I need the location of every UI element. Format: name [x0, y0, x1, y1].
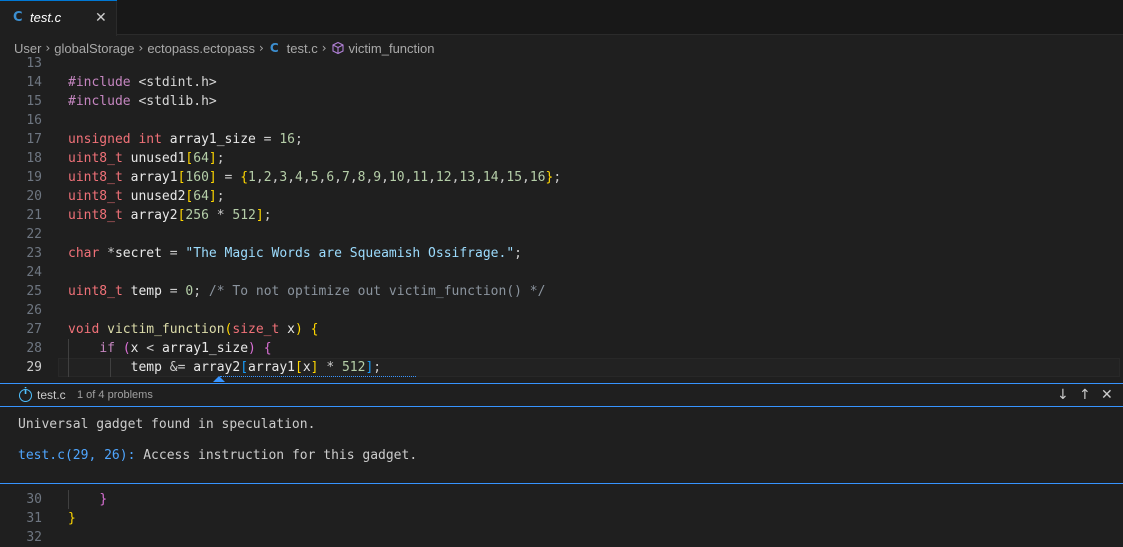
chevron-right-icon: › — [138, 41, 144, 55]
chevron-right-icon: › — [259, 41, 264, 55]
code-line: 25 uint8_t temp = 0; /* To not optimize o… — [0, 282, 1123, 301]
code-text: void victim_function(size_t x) { — [68, 322, 319, 337]
peek-pointer — [213, 376, 225, 382]
code-line: 21 uint8_t array2[256 * 512]; — [0, 206, 1123, 225]
code-line: 32 — [0, 528, 1123, 547]
peek-file-name[interactable]: test.c — [37, 388, 66, 402]
related-location-link[interactable]: test.c(29, 26): — [18, 448, 135, 463]
chevron-right-icon: › — [45, 41, 51, 55]
code-line: 18 uint8_t unused1[64]; — [0, 149, 1123, 168]
code-line: 23 char *secret = "The Magic Words are Sq… — [0, 244, 1123, 263]
line-number: 13 — [26, 56, 42, 71]
code-line: 19 uint8_t array1[160] = {1,2,3,4,5,6,7,8… — [0, 168, 1123, 187]
line-number: 30 — [26, 492, 42, 507]
code-text: uint8_t unused1[64]; — [68, 151, 225, 166]
c-file-icon: C — [13, 10, 23, 25]
tab-active-indicator — [0, 0, 117, 1]
line-number: 27 — [26, 322, 42, 337]
line-number: 32 — [26, 530, 42, 545]
method-cube-icon — [331, 41, 344, 55]
line-number: 25 — [26, 284, 42, 299]
line-number: 26 — [26, 303, 42, 318]
line-number: 18 — [26, 151, 42, 166]
arrow-up-icon[interactable]: ↑ — [1079, 387, 1091, 403]
line-number: 20 — [26, 189, 42, 204]
related-text: Access instruction for this gadget. — [135, 448, 418, 463]
code-line: 22 — [0, 225, 1123, 244]
code-text: uint8_t array2[256 * 512]; — [68, 208, 272, 223]
close-icon[interactable]: ✕ — [1101, 387, 1113, 403]
problem-peek-body: Universal gadget found in speculation. t… — [0, 407, 1123, 484]
line-number: 15 — [26, 94, 42, 109]
line-number: 23 — [26, 246, 42, 261]
close-icon[interactable]: ✕ — [95, 9, 107, 27]
code-text: uint8_t unused2[64]; — [68, 189, 225, 204]
problem-squiggle — [220, 374, 416, 377]
code-line: 15 #include <stdlib.h> — [0, 92, 1123, 111]
line-number: 14 — [26, 75, 42, 90]
code-text: #include <stdint.h> — [68, 75, 217, 90]
c-file-icon: C — [269, 41, 279, 55]
line-number: 17 — [26, 132, 42, 147]
line-number: 31 — [26, 511, 42, 526]
code-line: 31} — [0, 509, 1123, 528]
code-line: 17 unsigned int array1_size = 16; — [0, 130, 1123, 149]
line-number: 19 — [26, 170, 42, 185]
code-line: 29 temp &= array2[array1[x] * 512]; — [0, 358, 1123, 377]
code-line: 16 — [0, 111, 1123, 130]
problem-message: Universal gadget found in speculation. — [18, 417, 316, 432]
line-number: 22 — [26, 227, 42, 242]
code-text: uint8_t array1[160] = {1,2,3,4,5,6,7,8,9… — [68, 170, 562, 185]
peek-problem-count: 1 of 4 problems — [77, 389, 153, 401]
line-number: 29 — [26, 360, 42, 375]
code-line: 20 uint8_t unused2[64]; — [0, 187, 1123, 206]
arrow-down-icon[interactable]: ↓ — [1057, 387, 1069, 403]
code-line: 27 void victim_function(size_t x) { — [0, 320, 1123, 339]
related-information: test.c(29, 26): Access instruction for t… — [18, 448, 417, 463]
line-number: 24 — [26, 265, 42, 280]
code-line: 30 } — [0, 490, 1123, 509]
tab-label: test.c — [30, 10, 62, 25]
code-text: } — [68, 511, 76, 526]
line-number: 16 — [26, 113, 42, 128]
code-text: unsigned int array1_size = 16; — [68, 132, 303, 147]
code-text: uint8_t temp = 0; /* To not optimize out… — [68, 284, 546, 299]
code-line: 13 — [0, 54, 1123, 73]
info-icon: i — [19, 387, 32, 402]
line-number: 21 — [26, 208, 42, 223]
code-text: char *secret = "The Magic Words are Sque… — [68, 246, 522, 261]
code-line: 26 — [0, 301, 1123, 320]
code-line: 28 if (x < array1_size) { — [0, 339, 1123, 358]
code-text: } — [99, 492, 108, 507]
problem-peek-header: i test.c 1 of 4 problems ↓ ↑ ✕ — [0, 383, 1123, 407]
tab-bar: C test.c ✕ — [0, 0, 1123, 36]
line-number: 28 — [26, 341, 42, 356]
code-text: if (x < array1_size) { — [99, 341, 272, 356]
tab-test-c[interactable]: C test.c ✕ — [0, 0, 117, 36]
code-line: 24 — [0, 263, 1123, 282]
code-line: 14 #include <stdint.h> — [0, 73, 1123, 92]
chevron-right-icon: › — [321, 41, 327, 55]
code-text: #include <stdlib.h> — [68, 94, 217, 109]
